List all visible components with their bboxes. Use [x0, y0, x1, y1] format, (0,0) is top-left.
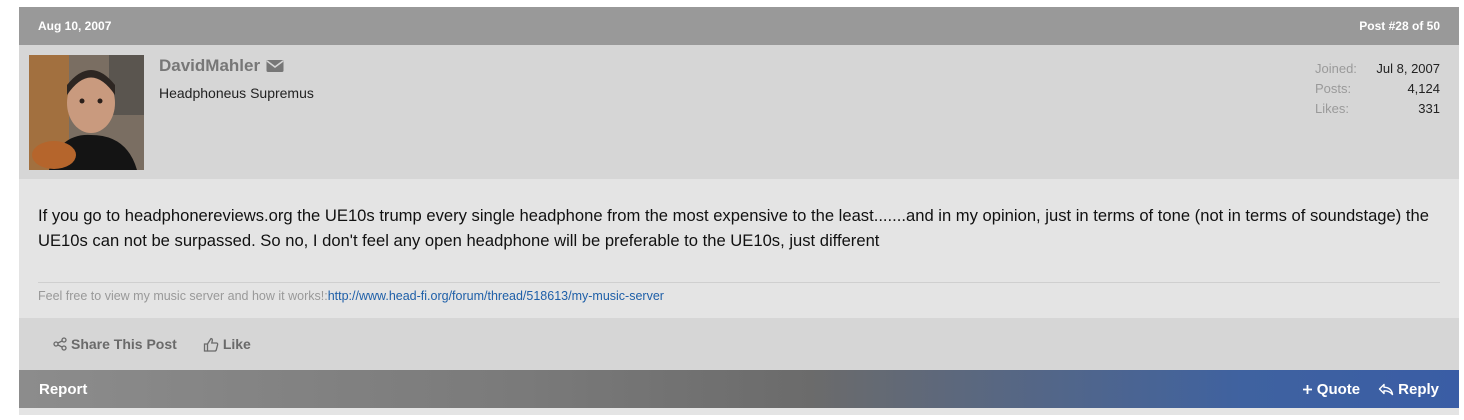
envelope-icon[interactable] [266, 59, 284, 73]
share-button[interactable]: Share This Post [53, 336, 177, 352]
stat-joined: Joined: Jul 8, 2007 [1315, 59, 1440, 79]
stat-label: Joined: [1315, 61, 1357, 76]
reply-button[interactable]: Reply [1378, 381, 1439, 398]
like-label: Like [222, 336, 251, 352]
stat-value[interactable]: 4,124 [1407, 79, 1440, 99]
share-icon [53, 337, 67, 351]
footer-actions: Quote Reply [1302, 381, 1439, 398]
stat-likes: Likes: 331 [1315, 99, 1440, 119]
quote-label: Quote [1316, 380, 1361, 398]
username[interactable]: DavidMahler [159, 56, 284, 76]
stat-posts: Posts: 4,124 [1315, 79, 1440, 99]
post-body: If you go to headphonereviews.org the UE… [38, 206, 1429, 250]
user-info-bar: DavidMahler Headphoneus Supremus Joined:… [19, 45, 1459, 179]
reply-arrow-icon [1378, 383, 1394, 396]
like-button[interactable]: Like [203, 336, 251, 352]
username-text[interactable]: DavidMahler [159, 56, 260, 76]
user-stats: Joined: Jul 8, 2007 Posts: 4,124 Likes: … [1315, 59, 1440, 119]
post-date: Aug 10, 2007 [38, 19, 112, 33]
signature-text: Feel free to view my music server and ho… [38, 289, 328, 303]
reply-label: Reply [1398, 380, 1439, 398]
avatar-photo [29, 55, 144, 170]
signature-link[interactable]: http://www.head-fi.org/forum/thread/5186… [328, 289, 664, 303]
forum-post: Aug 10, 2007 Post #28 of 50 DavidMahler [19, 7, 1459, 415]
avatar[interactable] [29, 55, 144, 170]
post-header: Aug 10, 2007 Post #28 of 50 [19, 7, 1459, 45]
post-footer: Report Quote Reply [19, 370, 1459, 408]
post-counter[interactable]: Post #28 of 50 [1359, 19, 1440, 33]
stat-value: Jul 8, 2007 [1376, 61, 1440, 76]
user-title: Headphoneus Supremus [159, 85, 314, 101]
share-label: Share This Post [71, 336, 177, 352]
post-actions: Share This Post Like [19, 318, 1459, 370]
stat-label: Posts: [1315, 81, 1352, 96]
stat-label: Likes: [1315, 101, 1349, 116]
thumbs-up-icon [203, 337, 219, 352]
plus-icon [1302, 384, 1313, 395]
signature: Feel free to view my music server and ho… [38, 282, 1440, 318]
stat-value: 331 [1418, 101, 1440, 116]
quote-button[interactable]: Quote [1302, 381, 1360, 398]
report-button[interactable]: Report [39, 381, 87, 398]
